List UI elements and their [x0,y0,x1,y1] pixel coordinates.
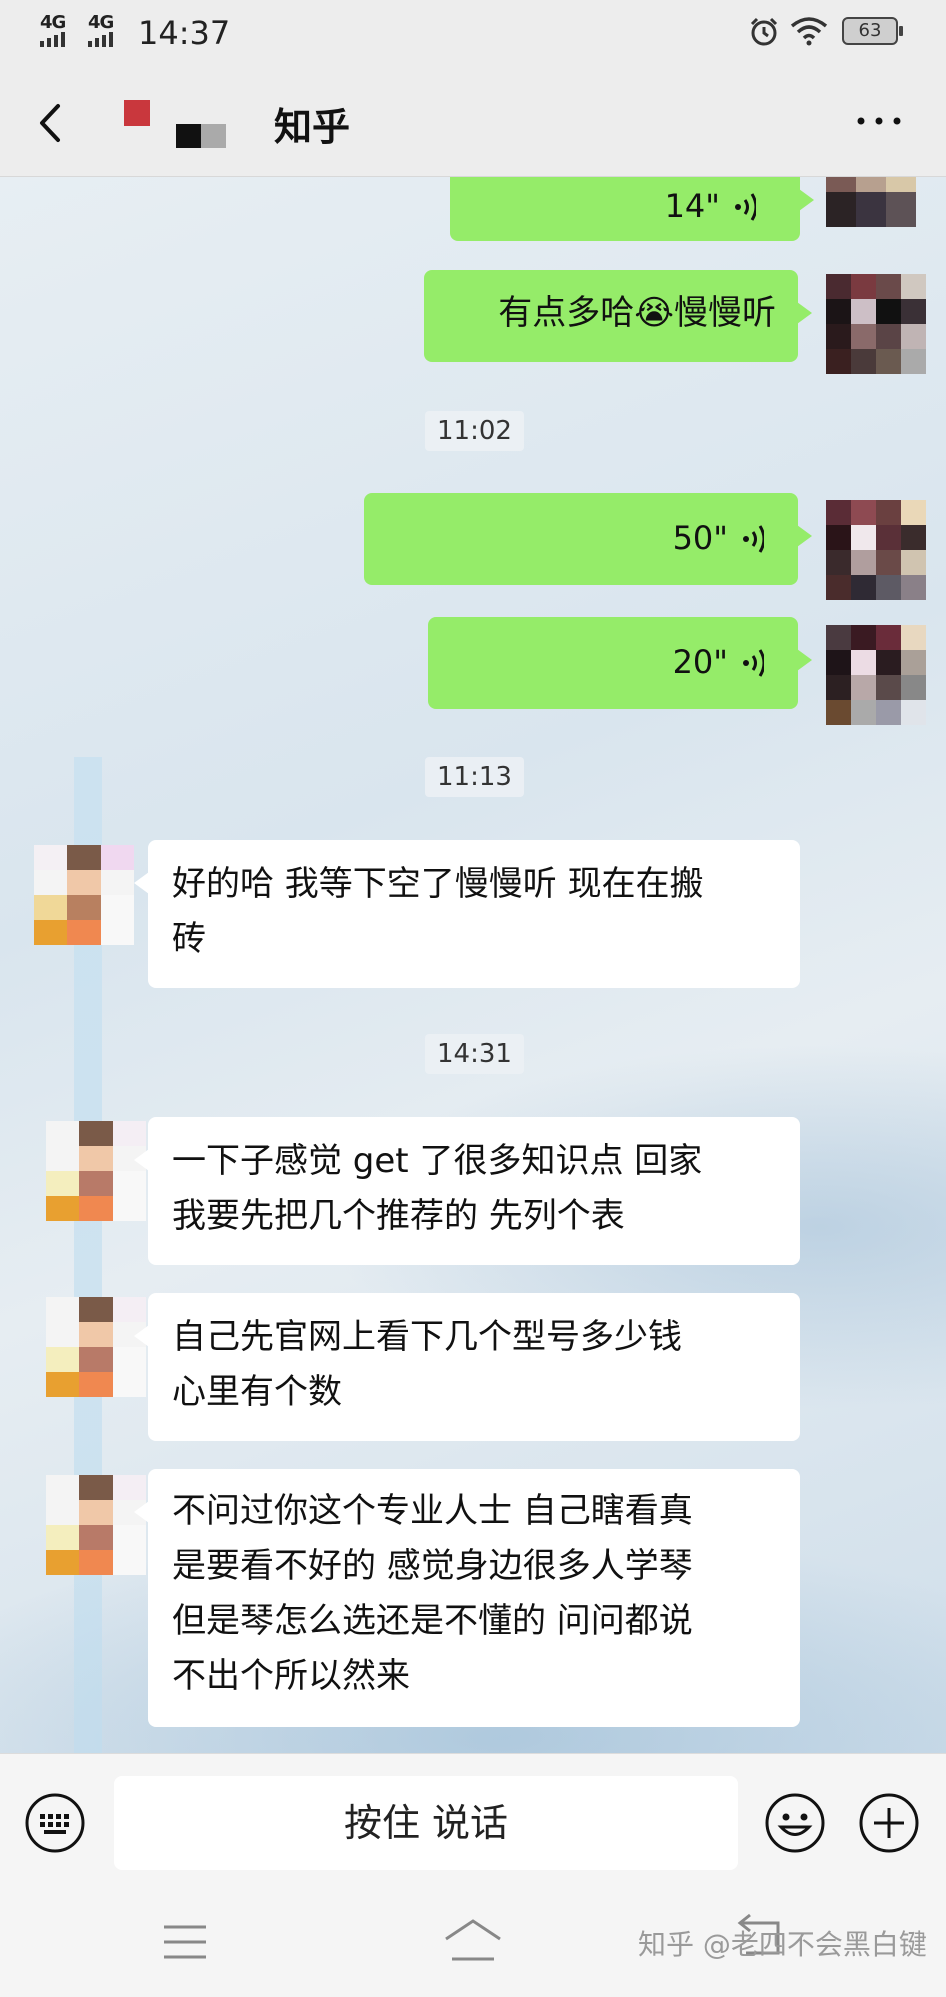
network-label-2: 4G [88,12,114,33]
timestamp: 11:02 [425,411,524,451]
more-icon[interactable] [855,114,903,128]
timestamp: 14:31 [425,1034,524,1074]
signal-icon-1 [40,32,65,47]
watermark: 知乎 @老四不会黑白键 [638,1928,927,1961]
my-avatar[interactable] [826,625,926,725]
text-message-bubble[interactable]: 自己先官网上看下几个型号多少钱 心里有个数 [134,1293,800,1441]
contact-avatar[interactable] [46,1475,146,1575]
contact-avatar[interactable] [46,1121,146,1221]
input-bar: 按住 说话 [0,1753,946,1894]
message-text-line: 不问过你这个专业人士 自己瞎看真 [172,1491,693,1531]
voice-wave-icon [743,648,764,677]
alarm-icon [750,17,778,46]
chat-title: 知乎 [274,105,351,149]
voice-wave-icon [743,524,764,553]
voice-message-bubble[interactable]: 14" [450,177,814,241]
message-text: 有点多哈😭慢慢听 [498,293,776,333]
message-text-line: 好的哈 我等下空了慢慢听 现在在搬 [172,864,704,904]
my-avatar[interactable] [826,177,916,227]
voice-duration: 20" [672,643,728,681]
my-avatar[interactable] [826,274,926,374]
home-icon[interactable] [442,1917,504,1963]
voice-wave-icon [735,192,756,221]
voice-message-bubble[interactable]: 50" [364,493,812,585]
back-icon[interactable] [32,100,72,146]
text-message-bubble[interactable]: 有点多哈😭慢慢听 [424,270,812,362]
menu-icon[interactable] [162,1923,208,1961]
message-text-line: 一下子感觉 get 了很多知识点 回家 [172,1141,703,1181]
keyboard-icon[interactable] [24,1792,86,1854]
wifi-icon [790,17,828,46]
emoji-icon[interactable] [764,1792,826,1854]
hold-to-talk-button[interactable]: 按住 说话 [114,1776,738,1870]
status-bar: 4G 4G 14:37 63 [0,0,946,66]
contact-avatar[interactable] [46,1297,146,1397]
my-avatar[interactable] [826,500,926,600]
message-text-line: 我要先把几个推荐的 先列个表 [172,1196,625,1236]
text-message-bubble[interactable]: 一下子感觉 get 了很多知识点 回家 我要先把几个推荐的 先列个表 [134,1117,800,1265]
battery-indicator: 63 [842,17,903,45]
message-text-line: 砖 [172,919,206,959]
contact-avatar[interactable] [34,845,134,945]
message-text-line: 心里有个数 [172,1372,342,1412]
timestamp: 11:13 [425,757,524,797]
signal-icon-2 [88,32,113,47]
censored-name-block-2 [176,124,226,148]
network-label-1: 4G [40,12,66,33]
message-text-line: 自己先官网上看下几个型号多少钱 [172,1317,682,1357]
voice-duration: 14" [664,187,720,225]
message-text-line: 但是琴怎么选还是不懂的 问问都说 [172,1601,693,1641]
text-message-bubble[interactable]: 好的哈 我等下空了慢慢听 现在在搬 砖 [134,840,800,988]
voice-message-bubble[interactable]: 20" [428,617,812,709]
system-nav-bar: 知乎 @老四不会黑白键 [0,1893,946,1997]
message-text-line: 不出个所以然来 [172,1656,410,1696]
censored-name-block [124,100,150,126]
chat-message-list[interactable]: 14" 有点多哈😭慢慢听 11:02 50" 20" 11:13 好的哈 我等下… [0,177,946,1753]
message-text-line: 是要看不好的 感觉身边很多人学琴 [172,1546,693,1586]
status-time: 14:37 [138,14,231,52]
voice-duration: 50" [672,519,728,557]
text-message-bubble[interactable]: 不问过你这个专业人士 自己瞎看真 是要看不好的 感觉身边很多人学琴 但是琴怎么选… [134,1469,800,1727]
plus-icon[interactable] [858,1792,920,1854]
